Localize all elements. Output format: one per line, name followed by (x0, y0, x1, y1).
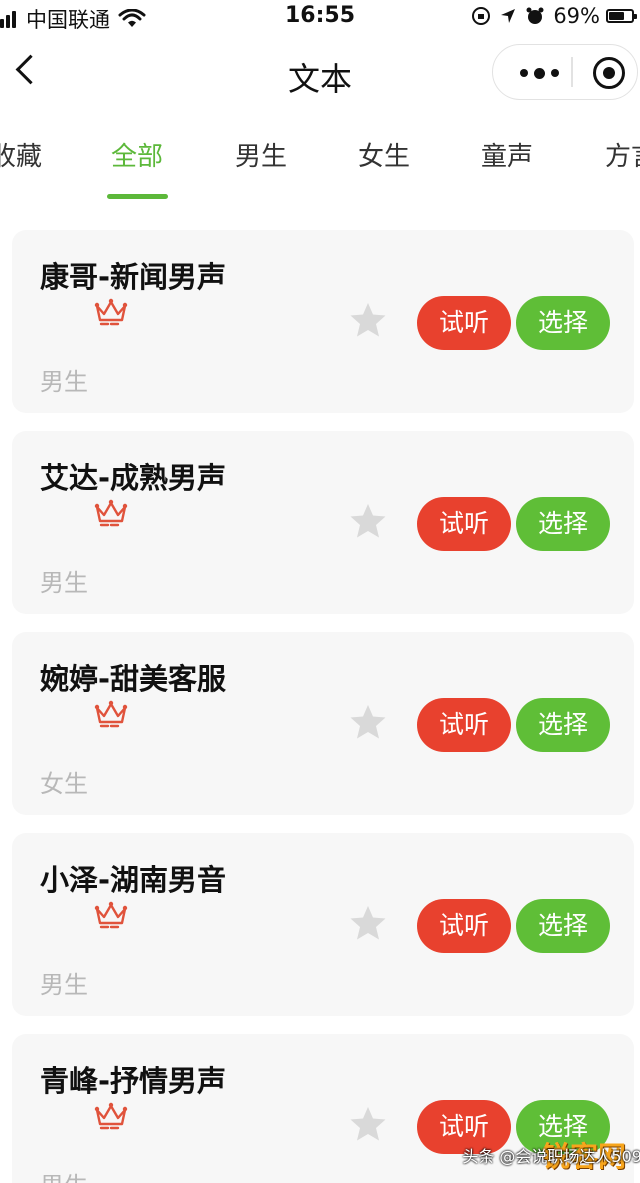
vip-crown-icon (94, 901, 128, 931)
voice-gender-tag: 男生 (40, 971, 88, 999)
favorite-star-icon[interactable] (348, 501, 388, 541)
listen-button[interactable]: 试听 (417, 698, 511, 752)
category-tabs: 收藏 全部 男生 女生 童声 方言 (0, 116, 640, 206)
vip-crown-icon (94, 499, 128, 529)
voice-name: 青峰-抒情男声 (40, 1064, 227, 1098)
more-dot-icon (550, 69, 559, 77)
capsule-divider (571, 57, 573, 87)
voice-gender-tag: 男生 (40, 569, 88, 597)
status-right: 69% (471, 4, 637, 28)
voice-name: 康哥-新闻男声 (40, 260, 227, 294)
nav-bar: 文本 (0, 36, 640, 116)
voice-gender-tag: 男生 (40, 368, 88, 396)
voice-card: 康哥-新闻男声男生 试听 选择 (12, 230, 634, 413)
more-button[interactable] (513, 61, 565, 85)
vip-crown-icon (94, 298, 128, 328)
favorite-star-icon[interactable] (348, 1104, 388, 1144)
favorite-star-icon[interactable] (348, 300, 388, 340)
alarm-icon (526, 7, 544, 24)
select-button[interactable]: 选择 (516, 899, 610, 953)
watermark-text: 头条 @会说职场达人509 (462, 1147, 640, 1166)
voice-name: 婉婷-甜美客服 (40, 662, 227, 696)
voice-gender-tag: 女生 (40, 770, 88, 798)
more-dot-icon (519, 69, 528, 77)
select-button[interactable]: 选择 (516, 497, 610, 551)
mini-program-capsule (492, 44, 638, 100)
voice-name: 小泽-湖南男音 (40, 863, 227, 897)
battery-percent: 69% (553, 4, 600, 28)
location-icon (501, 9, 516, 23)
more-dot-icon (533, 67, 545, 79)
listen-button[interactable]: 试听 (417, 296, 511, 350)
listen-button[interactable]: 试听 (417, 899, 511, 953)
orientation-lock-icon (472, 7, 491, 25)
tab-all[interactable]: 全部 (111, 136, 163, 173)
battery-icon (606, 9, 637, 23)
favorite-star-icon[interactable] (348, 702, 388, 742)
vip-crown-icon (94, 1102, 128, 1132)
voice-card: 婉婷-甜美客服女生 试听 选择 (12, 632, 634, 815)
close-mini-program-button[interactable] (593, 57, 625, 89)
listen-button[interactable]: 试听 (417, 497, 511, 551)
voice-card: 艾达-成熟男声男生 试听 选择 (12, 431, 634, 614)
select-button[interactable]: 选择 (516, 698, 610, 752)
status-bar: 中国联通 16:55 69% (0, 0, 640, 36)
voice-name: 艾达-成熟男声 (40, 461, 227, 495)
tab-favorites[interactable]: 收藏 (0, 136, 42, 173)
tab-child[interactable]: 童声 (481, 136, 533, 173)
voice-gender-tag: 男生 (40, 1166, 88, 1183)
tab-dialect[interactable]: 方言 (605, 136, 640, 173)
vip-crown-icon (94, 700, 128, 730)
tab-male[interactable]: 男生 (235, 136, 287, 173)
watermark: 头条 @会说职场达人509 锐客网 (462, 1135, 640, 1175)
favorite-star-icon[interactable] (348, 903, 388, 943)
voice-card: 小泽-湖南男音男生 试听 选择 (12, 833, 634, 1016)
active-tab-indicator (107, 194, 168, 199)
tab-female[interactable]: 女生 (358, 136, 410, 173)
select-button[interactable]: 选择 (516, 296, 610, 350)
